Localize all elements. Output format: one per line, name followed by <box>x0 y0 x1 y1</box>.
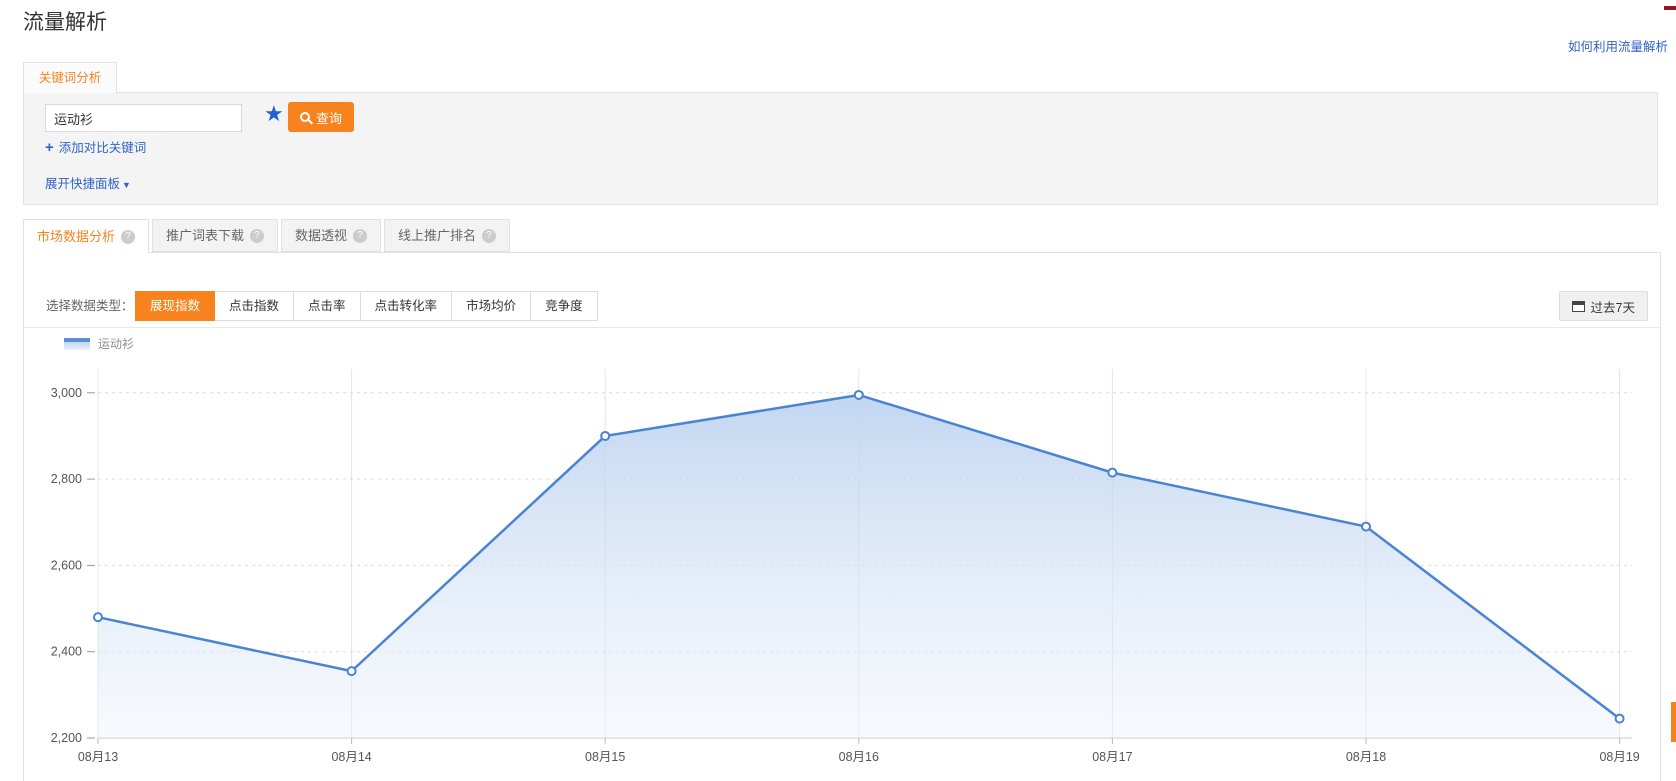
page-title: 流量解析 <box>23 6 107 36</box>
tab-market-data-analysis-label: 市场数据分析 <box>37 221 115 252</box>
caret-down-icon: ▼ <box>122 180 131 190</box>
x-axis-label: 08月16 <box>839 750 879 764</box>
add-compare-keyword-label: 添加对比关键词 <box>59 141 147 155</box>
x-axis-label: 08月17 <box>1092 750 1132 764</box>
query-button[interactable]: 查询 <box>288 102 354 132</box>
star-icon[interactable]: ★ <box>264 100 284 128</box>
section-tabs: 市场数据分析 ? 推广词表下载 ? 数据透视 ? 线上推广排名 ? <box>23 219 513 253</box>
y-axis-label: 3,000 <box>51 386 82 400</box>
y-axis-label: 2,800 <box>51 472 82 486</box>
search-icon <box>300 112 310 122</box>
x-axis-label: 08月18 <box>1346 750 1386 764</box>
help-icon[interactable]: ? <box>121 230 135 244</box>
help-icon[interactable]: ? <box>250 229 264 243</box>
plus-icon: + <box>45 139 54 156</box>
expand-quick-panel-link[interactable]: 展开快捷面板▼ <box>45 173 131 192</box>
traffic-analysis-page: 流量解析 如何利用流量解析 关键词分析 ★ 查询 + 添加对比关键词 展开快捷面板… <box>0 0 1676 781</box>
help-icon[interactable]: ? <box>353 229 367 243</box>
help-link[interactable]: 如何利用流量解析 <box>1568 36 1668 55</box>
y-axis-label: 2,400 <box>51 645 82 659</box>
tab-data-pivot[interactable]: 数据透视 ? <box>281 219 381 252</box>
data-point[interactable] <box>855 391 863 399</box>
tab-online-promo-ranking[interactable]: 线上推广排名 ? <box>384 219 510 252</box>
data-point[interactable] <box>1108 469 1116 477</box>
query-button-label: 查询 <box>316 108 342 127</box>
y-axis-label: 2,600 <box>51 558 82 572</box>
tab-keyword-analysis[interactable]: 关键词分析 <box>23 62 117 93</box>
data-point[interactable] <box>348 667 356 675</box>
data-point[interactable] <box>1616 715 1624 723</box>
tab-promo-wordlist-download-label: 推广词表下载 <box>166 220 244 251</box>
tab-keyword-analysis-label: 关键词分析 <box>39 71 102 85</box>
help-icon[interactable]: ? <box>482 229 496 243</box>
x-axis-label: 08月19 <box>1599 750 1639 764</box>
y-axis-label: 2,200 <box>51 731 82 745</box>
tab-online-promo-ranking-label: 线上推广排名 <box>398 220 476 251</box>
traffic-line-chart[interactable]: 08月13 08月14 08月15 08月16 08月17 08月18 08月19 2,200… <box>24 253 1660 781</box>
data-point[interactable] <box>94 613 102 621</box>
tab-promo-wordlist-download[interactable]: 推广词表下载 ? <box>152 219 278 252</box>
data-type-impression-index[interactable]: 展现指数 <box>135 291 215 321</box>
data-point[interactable] <box>601 432 609 440</box>
keyword-panel: ★ 查询 + 添加对比关键词 展开快捷面板▼ <box>23 92 1658 205</box>
series-area-fill <box>98 395 1620 738</box>
data-point[interactable] <box>1362 523 1370 531</box>
tab-data-pivot-label: 数据透视 <box>295 220 347 251</box>
expand-quick-panel-label: 展开快捷面板 <box>45 177 120 191</box>
x-axis-label: 08月13 <box>78 750 118 764</box>
x-axis-label: 08月15 <box>585 750 625 764</box>
x-axis-label: 08月14 <box>331 750 371 764</box>
market-data-panel: 选择数据类型： 展现指数 点击指数 点击率 点击转化率 市场均价 竞争度 过去7… <box>23 252 1661 781</box>
tab-market-data-analysis[interactable]: 市场数据分析 ? <box>23 219 149 253</box>
feedback-side-tab[interactable] <box>1671 702 1676 742</box>
add-compare-keyword-link[interactable]: + 添加对比关键词 <box>45 137 146 156</box>
keyword-input[interactable] <box>45 104 242 132</box>
edge-marker-top <box>1664 6 1676 10</box>
